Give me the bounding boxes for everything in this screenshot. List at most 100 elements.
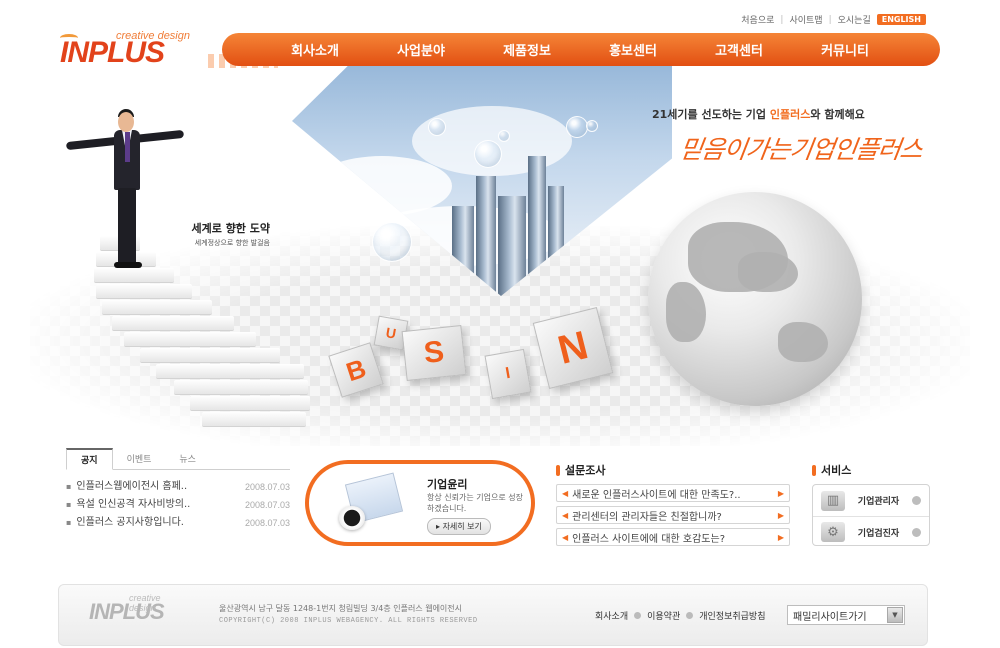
slogan-brand: 인플러스 xyxy=(769,108,811,121)
service-item-inspector[interactable]: ⚙ 기업검진자 xyxy=(813,516,929,547)
arrow-right-icon: ▶ xyxy=(777,532,784,542)
notice-date: 2008.07.03 xyxy=(244,482,290,492)
survey-question: 인플러스 사이트에에 대한 호감도는? xyxy=(572,533,725,545)
hero-banner: 세계로 향한 도약 세계정상으로 향한 발걸음 21세기를 선도하는 기업 인플… xyxy=(0,66,1000,446)
service-item-manager[interactable]: ▥ 기업관리자 xyxy=(813,485,929,516)
bubble xyxy=(498,130,510,142)
util-separator: | xyxy=(780,14,784,25)
cube-letter: I xyxy=(504,364,512,383)
globe-land xyxy=(778,322,828,362)
nav-item-pr-center[interactable]: 홍보센터 xyxy=(580,40,686,59)
family-site-select[interactable]: 패밀리사이트가기 ▼ xyxy=(787,605,905,625)
stair-step xyxy=(190,396,310,411)
site-footer: creative design INPLUS 울산광역시 남구 달동 1248-… xyxy=(58,584,928,646)
survey-title: 설문조사 xyxy=(556,462,790,478)
notice-title[interactable]: 인플러스 공지사항입니다. xyxy=(66,514,184,532)
notice-tabs: 공지 이벤트 뉴스 xyxy=(66,448,290,470)
stair-step xyxy=(174,380,308,395)
stair-step xyxy=(124,332,256,347)
more-button-label: 자세히 보기 xyxy=(442,522,482,531)
notice-date: 2008.07.03 xyxy=(244,500,290,510)
businessman-figure xyxy=(60,109,190,290)
circle-arrow-icon xyxy=(912,496,921,505)
service-title: 서비스 xyxy=(812,462,930,478)
circle-arrow-icon xyxy=(912,527,921,537)
bubble xyxy=(372,222,412,262)
list-item[interactable]: 인플러스웹에이전시 홈페.. 2008.07.03 xyxy=(66,478,290,496)
arrow-left-icon: ◀ xyxy=(562,532,569,542)
stair-step xyxy=(112,316,234,331)
hero-tagline: 세계로 향한 도약 세계정상으로 향한 발걸음 xyxy=(180,220,271,248)
cube-letter: S xyxy=(422,335,446,370)
survey-list: ◀ 새로운 인플러스사이트에 대한 만족도?.. ▶ ◀ 관리센터의 관리자들은 친절… xyxy=(556,484,790,546)
chevron-down-icon[interactable]: ▼ xyxy=(887,607,903,623)
stair-step xyxy=(202,412,306,427)
service-section: 서비스 ▥ 기업관리자 ⚙ 기업검진자 xyxy=(812,462,930,546)
footer-address: 울산광역시 남구 달동 1248-1번지 청림빌딩 3/4층 인플러스 웹에이전… xyxy=(219,604,463,613)
globe-land xyxy=(666,282,706,342)
nav-item-customer-center[interactable]: 고객센터 xyxy=(686,40,792,59)
cube-letter: B xyxy=(342,352,370,387)
bubble xyxy=(428,118,446,136)
coffee-cup-icon xyxy=(339,506,365,530)
arrow-right-icon: ▶ xyxy=(777,510,784,520)
footer-links: 회사소개 이용약관 개인정보취급방침 xyxy=(595,609,766,622)
man-shoes xyxy=(114,262,142,268)
man-head xyxy=(118,112,134,132)
bubble xyxy=(566,116,588,138)
list-item[interactable]: 인플러스 공지사항입니다. 2008.07.03 xyxy=(66,514,290,532)
globe-land xyxy=(738,252,798,292)
english-button[interactable]: ENGLISH xyxy=(876,14,926,25)
utility-links: 처음으로 | 사이트맵 | 오시는길 ENGLISH xyxy=(741,13,926,26)
survey-item[interactable]: ◀ 관리센터의 관리자들은 친절합니까? ▶ xyxy=(556,506,790,524)
footer-link-privacy[interactable]: 개인정보취급방침 xyxy=(699,609,765,622)
hero-script-slogan: 믿음이가는기업인플러스 xyxy=(677,135,924,164)
footer-logo[interactable]: creative design INPLUS xyxy=(89,593,165,625)
cube-letter: N xyxy=(553,322,593,373)
stair-step xyxy=(102,300,212,315)
util-sitemap-link[interactable]: 사이트맵 xyxy=(789,13,822,26)
footer-link-terms[interactable]: 이용약관 xyxy=(647,609,680,622)
site-logo[interactable]: creative design INPLUS xyxy=(60,28,190,70)
gears-icon: ⚙ xyxy=(821,522,845,542)
stair-step xyxy=(156,364,304,379)
nav-item-company[interactable]: 회사소개 xyxy=(262,40,368,59)
list-item[interactable]: 욕설 인신공격 자사비방의.. 2008.07.03 xyxy=(66,496,290,514)
logo-text: INPLUS xyxy=(60,36,165,69)
slogan-suffix: 와 함께해요 xyxy=(810,108,865,121)
ethics-description: 항상 신뢰가는 기업으로 성장하겠습니다. xyxy=(427,493,523,513)
man-legs xyxy=(118,188,136,266)
util-home-link[interactable]: 처음으로 xyxy=(741,13,774,26)
stair-step xyxy=(140,348,280,363)
survey-item[interactable]: ◀ 새로운 인플러스사이트에 대한 만족도?.. ▶ xyxy=(556,484,790,502)
hero-tag-title: 세계로 향한 도약 xyxy=(191,222,271,235)
main-nav: 회사소개 사업분야 제품정보 홍보센터 고객센터 커뮤니티 xyxy=(222,33,940,66)
man-tie xyxy=(125,132,130,162)
service-label: 기업관리자 xyxy=(857,497,900,507)
more-button[interactable]: ▸ 자세히 보기 xyxy=(427,518,491,535)
globe-image xyxy=(648,192,862,406)
survey-question: 새로운 인플러스사이트에 대한 만족도?.. xyxy=(572,489,741,501)
footer-link-company[interactable]: 회사소개 xyxy=(595,609,628,622)
footer-copyright: COPYRIGHT(C) 2008 INPLUS WEBAGENCY. ALL … xyxy=(219,617,478,625)
tab-event[interactable]: 이벤트 xyxy=(113,452,166,469)
notice-board: 공지 이벤트 뉴스 인플러스웹에이전시 홈페.. 2008.07.03 욕설 인신… xyxy=(66,448,290,532)
nav-item-business[interactable]: 사업분야 xyxy=(368,40,474,59)
tab-notice[interactable]: 공지 xyxy=(66,448,113,470)
hero-slogan: 21세기를 선도하는 기업 인플러스와 함께해요 xyxy=(652,106,865,122)
chart-icon: ▥ xyxy=(821,490,845,511)
util-directions-link[interactable]: 오시는길 xyxy=(838,13,871,26)
tab-news[interactable]: 뉴스 xyxy=(165,452,210,469)
notice-title[interactable]: 욕설 인신공격 자사비방의.. xyxy=(66,496,190,514)
nav-item-products[interactable]: 제품정보 xyxy=(474,40,580,59)
footer-logo-subtitle: creative design xyxy=(129,593,161,613)
arrow-left-icon: ◀ xyxy=(562,488,569,498)
notice-list: 인플러스웹에이전시 홈페.. 2008.07.03 욕설 인신공격 자사비방의..… xyxy=(66,478,290,532)
nav-item-community[interactable]: 커뮤니티 xyxy=(792,40,898,59)
slogan-prefix: 21세기를 선도하는 기업 xyxy=(652,108,770,121)
survey-item[interactable]: ◀ 인플러스 사이트에에 대한 호감도는? ▶ xyxy=(556,528,790,546)
notice-title[interactable]: 인플러스웹에이전시 홈페.. xyxy=(66,478,187,496)
ethics-banner[interactable]: 기업윤리 항상 신뢰가는 기업으로 성장하겠습니다. ▸ 자세히 보기 xyxy=(305,460,535,546)
cube-letter: U xyxy=(384,324,398,342)
service-label: 기업검진자 xyxy=(857,528,900,539)
